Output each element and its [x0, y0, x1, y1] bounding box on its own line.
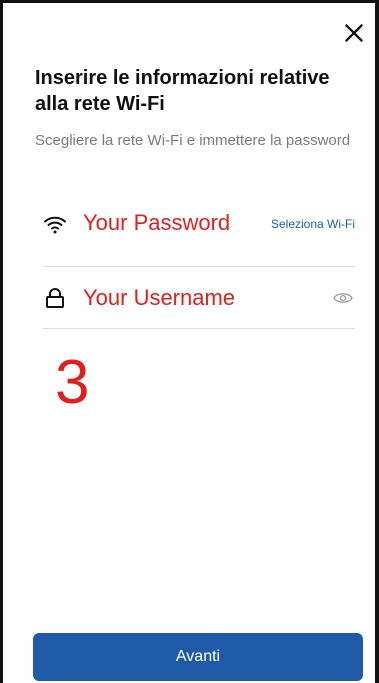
select-wifi-link[interactable]: Seleziona Wi-Fi [271, 217, 355, 231]
wifi-network-row[interactable]: Your Password Seleziona Wi-Fi [43, 205, 355, 267]
dialog-frame: Inserire le informazioni relative alla r… [0, 0, 379, 683]
step-number-annotation: 3 [55, 348, 90, 417]
dialog-title: Inserire le informazioni relative alla r… [35, 67, 330, 115]
password-row[interactable]: Your Username [43, 267, 355, 329]
dialog-subtitle: Scegliere la rete Wi-Fi e immettere la p… [35, 132, 351, 149]
next-button[interactable]: Avanti [33, 633, 363, 681]
eye-icon[interactable] [333, 290, 353, 306]
close-icon[interactable] [341, 20, 367, 46]
lock-icon [46, 288, 64, 308]
wifi-network-value: Your Password [83, 210, 231, 235]
wifi-icon [44, 216, 66, 234]
password-field-value[interactable]: Your Username [83, 285, 235, 311]
next-button-label: Avanti [175, 648, 221, 665]
